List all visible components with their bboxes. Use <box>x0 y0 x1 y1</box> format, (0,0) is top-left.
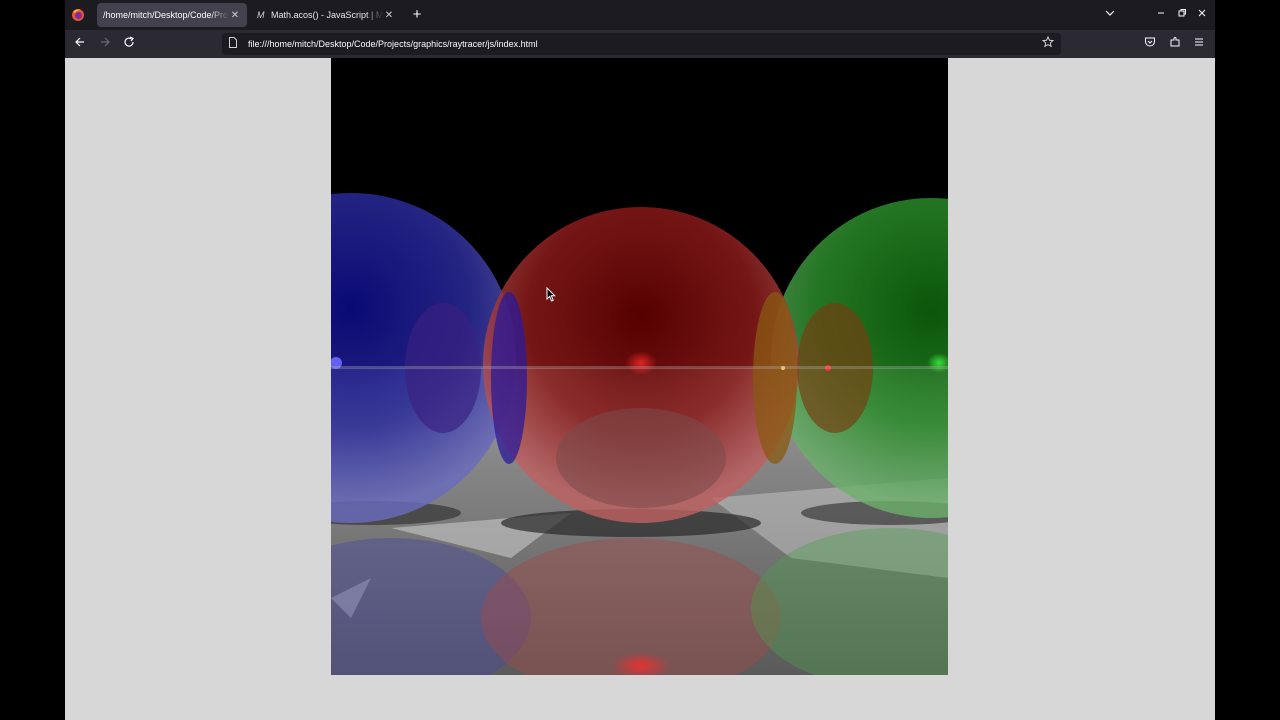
mdn-favicon-icon: M <box>257 10 265 20</box>
tab-title: /home/mitch/Desktop/Code/Projects/graphi… <box>103 10 229 20</box>
close-window-icon[interactable] <box>1193 6 1211 24</box>
url-input[interactable] <box>246 38 1039 50</box>
tab-strip: /home/mitch/Desktop/Code/Projects/graphi… <box>65 0 1215 30</box>
back-arrow-icon[interactable] <box>71 35 89 53</box>
tab-raytracer[interactable]: /home/mitch/Desktop/Code/Projects/graphi… <box>97 3 247 27</box>
page-icon <box>228 35 242 53</box>
hamburger-menu-icon[interactable] <box>1190 35 1208 53</box>
restore-icon[interactable] <box>1173 6 1191 24</box>
new-tab-icon[interactable]: + <box>408 6 426 24</box>
close-icon[interactable]: ✕ <box>229 10 241 21</box>
page-content <box>65 58 1215 720</box>
forward-arrow-icon[interactable] <box>96 35 114 53</box>
list-all-tabs-chevron-icon[interactable] <box>1101 6 1119 24</box>
tab-title: Math.acos() - JavaScript | MDN <box>271 10 383 20</box>
star-icon[interactable] <box>1039 35 1057 53</box>
tab-mdn[interactable]: M Math.acos() - JavaScript | MDN ✕ <box>251 3 401 27</box>
close-icon[interactable]: ✕ <box>383 10 395 21</box>
firefox-icon[interactable] <box>71 8 85 22</box>
mouse-cursor-icon <box>546 287 556 302</box>
extensions-icon[interactable] <box>1166 35 1184 53</box>
browser-window: /home/mitch/Desktop/Code/Projects/graphi… <box>65 0 1215 720</box>
pocket-icon[interactable] <box>1141 35 1159 53</box>
raytracer-canvas <box>331 58 948 675</box>
reload-icon[interactable] <box>120 35 138 53</box>
minimize-icon[interactable] <box>1152 6 1170 24</box>
navigation-toolbar <box>65 30 1215 58</box>
url-bar[interactable] <box>222 33 1061 55</box>
